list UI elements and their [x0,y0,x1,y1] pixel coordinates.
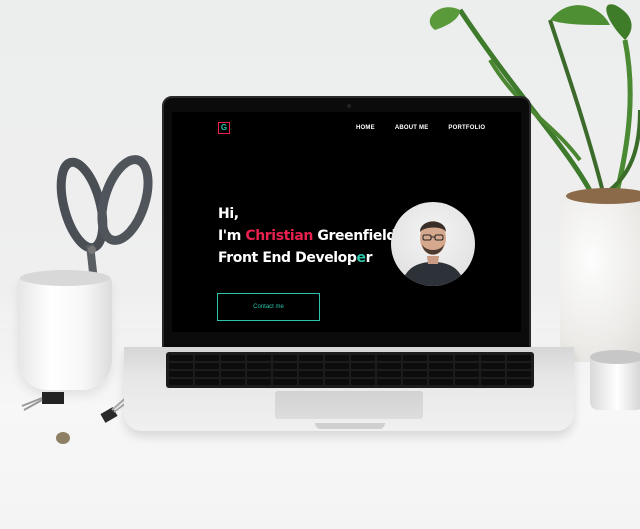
laptop-trackpad [275,391,423,419]
hero-role-accent: e [356,250,367,266]
main-nav: HOME ABOUT ME PORTFOLIO [356,125,485,131]
hero-role-main: Front End Develop [218,250,357,266]
pebble-decoration [56,432,70,444]
avatar-person-icon [401,221,465,286]
laptop-keyboard [166,352,534,388]
laptop-camera [347,104,351,108]
contact-me-button[interactable]: Contact me [217,293,320,321]
logo-letter: G [220,123,228,132]
laptop-screen: G HOME ABOUT ME PORTFOLIO Hi, I'm Christ… [172,112,521,332]
binder-clip-decoration [21,392,64,411]
metal-bowl-decoration [590,350,640,410]
hero-last-name: Greenfield, [312,228,401,244]
hero-line-1: Hi, [218,206,239,222]
nav-portfolio[interactable]: PORTFOLIO [448,125,485,131]
hero-heading: Hi, I'm Christian Greenfield, Front End … [218,203,401,269]
hero-line-3: Front End Developer [218,247,401,269]
avatar-photo [391,202,475,286]
scissors-decoration [56,155,153,290]
hero-line-2: I'm Christian Greenfield, [218,225,401,247]
pencil-cup [18,270,112,390]
hero-prefix: I'm [218,228,246,244]
nav-home[interactable]: HOME [356,125,375,131]
hero-first-name: Christian [245,228,313,244]
nav-about-me[interactable]: ABOUT ME [395,125,429,131]
plant-pot [560,188,640,362]
hero-role-end: r [365,250,373,266]
logo-icon[interactable]: G [218,122,230,134]
laptop-notch [315,423,385,429]
